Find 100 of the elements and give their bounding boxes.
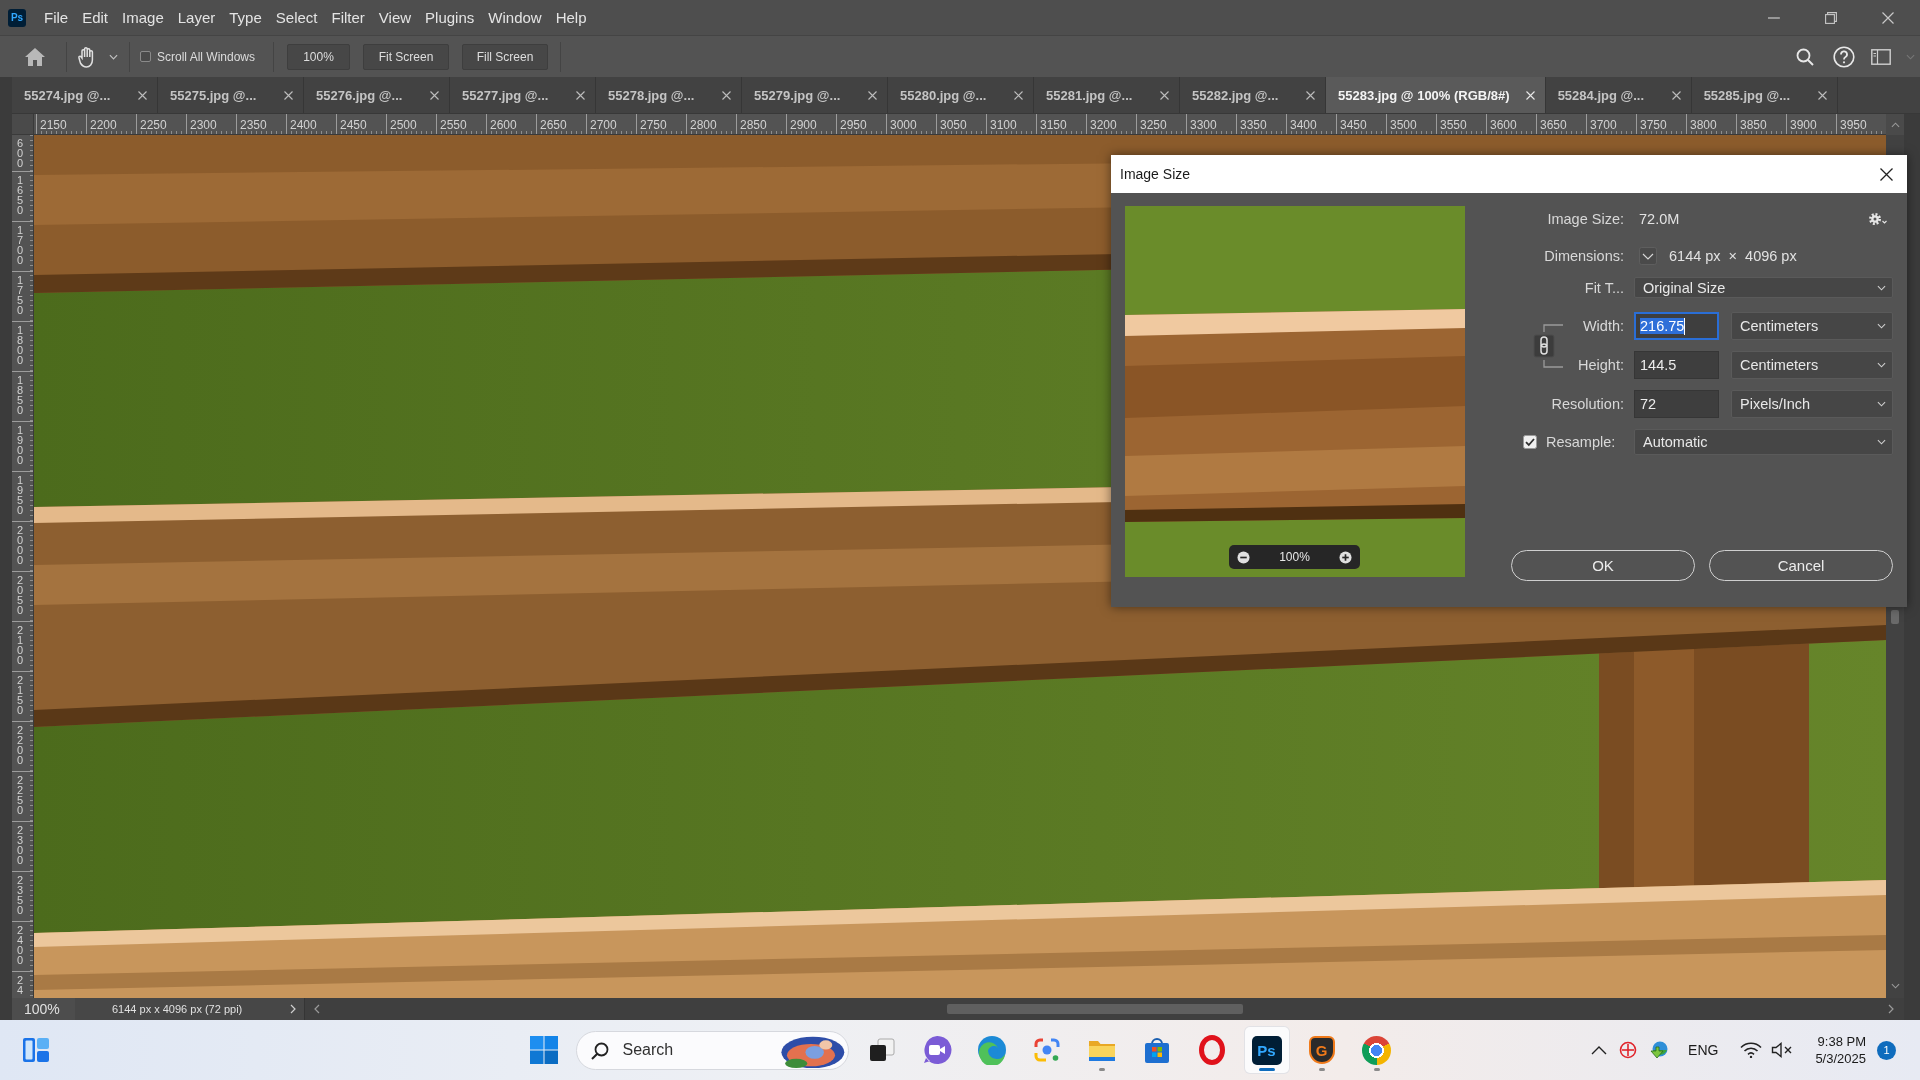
toolbar-button[interactable]: Fill Screen: [462, 43, 549, 70]
field-label: Dimensions:: [1544, 248, 1624, 264]
caret-icon[interactable]: [109, 53, 118, 60]
ruler-label: 3650: [1540, 118, 1567, 132]
document-tab[interactable]: 55276.jpg @...: [304, 77, 450, 113]
ruler-label: 2000: [17, 525, 24, 565]
scroll-left-icon[interactable]: [314, 1004, 320, 1014]
muted-speaker-icon[interactable]: [1771, 1042, 1794, 1058]
unit-dropdown[interactable]: Centimeters: [1731, 351, 1893, 379]
language-indicator[interactable]: ENG: [1688, 1042, 1719, 1058]
scrollbar-thumb[interactable]: [947, 1004, 1243, 1014]
document-tab[interactable]: 55285.jpg @...: [1691, 77, 1838, 113]
ruler-label: 2500: [390, 118, 417, 132]
checkbox-label[interactable]: Scroll All Windows: [157, 49, 256, 64]
dimension-value: 4096 px: [1745, 248, 1797, 264]
menu-item[interactable]: Image: [115, 6, 171, 29]
ruler-label: 3100: [990, 118, 1017, 132]
field-label: Image Size:: [1547, 211, 1624, 227]
document-tab[interactable]: 55281.jpg @...: [1034, 77, 1180, 113]
toolbar-button[interactable]: Fit Screen: [363, 43, 450, 70]
clock-date[interactable]: 5/3/2025: [1815, 1050, 1866, 1067]
ruler-label: 2400: [17, 925, 24, 965]
menu-item[interactable]: Edit: [75, 6, 116, 29]
ruler-label: 2350: [17, 875, 24, 915]
ruler-label: 3950: [1840, 118, 1867, 132]
ruler-label: 2350: [240, 118, 267, 132]
ruler-label: 3600: [1490, 118, 1517, 132]
toolbar-button[interactable]: 100%: [287, 43, 351, 70]
start-icon: [528, 1035, 559, 1065]
dimension-value: 6144 px: [1669, 248, 1721, 264]
ruler-label: 2750: [640, 118, 667, 132]
scroll-down-icon[interactable]: [1890, 983, 1900, 989]
menu-item[interactable]: Window: [481, 6, 549, 29]
gear-icon[interactable]: [1868, 212, 1888, 226]
zoom-out-icon[interactable]: [1237, 550, 1250, 564]
ruler-label: 2700: [590, 118, 617, 132]
chevron-icon: [1877, 323, 1886, 329]
close-icon[interactable]: [1880, 167, 1893, 181]
number-input[interactable]: 216.75: [1634, 312, 1719, 340]
chevron-icon[interactable]: [1639, 247, 1657, 265]
clock-time[interactable]: 9:38 PM: [1817, 1033, 1866, 1050]
widgets-icon[interactable]: [21, 1035, 51, 1065]
zoom-field[interactable]: 100%: [12, 998, 75, 1020]
menu-item[interactable]: Plugins: [418, 6, 482, 29]
document-tab[interactable]: 55284.jpg @...: [1545, 77, 1692, 113]
show-hidden-icons-icon[interactable]: [1591, 1045, 1608, 1055]
unit-dropdown[interactable]: Pixels/Inch: [1731, 390, 1893, 418]
chevron-icon: [1877, 401, 1886, 407]
document-tab[interactable]: 55280.jpg @...: [888, 77, 1034, 113]
ruler-label: 3150: [1040, 118, 1067, 132]
document-tab[interactable]: 55274.jpg @...: [12, 77, 158, 113]
zoom-in-icon[interactable]: [1339, 550, 1352, 564]
taskbar-button[interactable]: Ps: [1244, 1027, 1289, 1073]
notification-badge[interactable]: 1: [1877, 1040, 1896, 1060]
resample-dropdown[interactable]: Automatic: [1634, 429, 1893, 455]
times-sign: ×: [1728, 248, 1738, 264]
ruler-label: 2050: [17, 575, 24, 615]
field-label: Resolution:: [1551, 396, 1624, 412]
ruler-label: 2450: [340, 118, 367, 132]
menu-item[interactable]: Help: [548, 6, 594, 29]
number-input[interactable]: 72: [1634, 390, 1719, 418]
fit-to-dropdown[interactable]: Original Size: [1634, 277, 1893, 298]
link-icon[interactable]: [1533, 323, 1563, 368]
search-icon: [589, 1040, 610, 1061]
scrollbar-thumb[interactable]: [1891, 610, 1899, 624]
video-chat-icon: [921, 1035, 952, 1065]
menu-item[interactable]: Filter: [324, 6, 372, 29]
wifi-icon[interactable]: [1740, 1042, 1763, 1058]
taskbar-button[interactable]: G: [1299, 1027, 1344, 1073]
number-input[interactable]: 144.5: [1634, 351, 1719, 379]
ruler-label: 3750: [1640, 118, 1667, 132]
ruler-label: 2300: [190, 118, 217, 132]
scroll-up-icon[interactable]: [1890, 121, 1900, 128]
ruler-label: 3450: [1340, 118, 1367, 132]
menu-item[interactable]: Select: [268, 6, 325, 29]
scroll-right-icon[interactable]: [1888, 1004, 1894, 1014]
scroll-all-windows-checkbox[interactable]: [140, 51, 151, 62]
home-icon[interactable]: [24, 46, 46, 67]
globe-download-icon[interactable]: [1649, 1041, 1670, 1059]
menu-item[interactable]: Layer: [170, 6, 223, 29]
document-tab[interactable]: 55283.jpg @ 100% (RGB/8#): [1326, 77, 1546, 113]
ruler-label: 3300: [1190, 118, 1217, 132]
document-tab[interactable]: 55278.jpg @...: [596, 77, 742, 113]
resample-checkbox[interactable]: [1523, 435, 1537, 449]
search-icon[interactable]: [1796, 47, 1814, 66]
document-tab[interactable]: 55279.jpg @...: [742, 77, 888, 113]
restore-icon[interactable]: [1825, 11, 1837, 24]
menu-item[interactable]: View: [371, 6, 419, 29]
unit-dropdown[interactable]: Centimeters: [1731, 312, 1893, 340]
horizontal-scrollbar[interactable]: [304, 998, 1904, 1020]
menu-item[interactable]: File: [37, 6, 76, 29]
document-tab[interactable]: 55275.jpg @...: [158, 77, 304, 113]
ruler-label: 3000: [890, 118, 917, 132]
document-tab[interactable]: 55277.jpg @...: [450, 77, 596, 113]
ruler-label: 2300: [17, 825, 24, 865]
help-icon[interactable]: [1833, 45, 1855, 68]
menu-item[interactable]: Type: [222, 6, 269, 29]
crosshair-icon[interactable]: [1619, 1041, 1638, 1059]
image-size-value: 72.0M: [1639, 211, 1680, 227]
workspace-icon[interactable]: [1871, 48, 1891, 65]
